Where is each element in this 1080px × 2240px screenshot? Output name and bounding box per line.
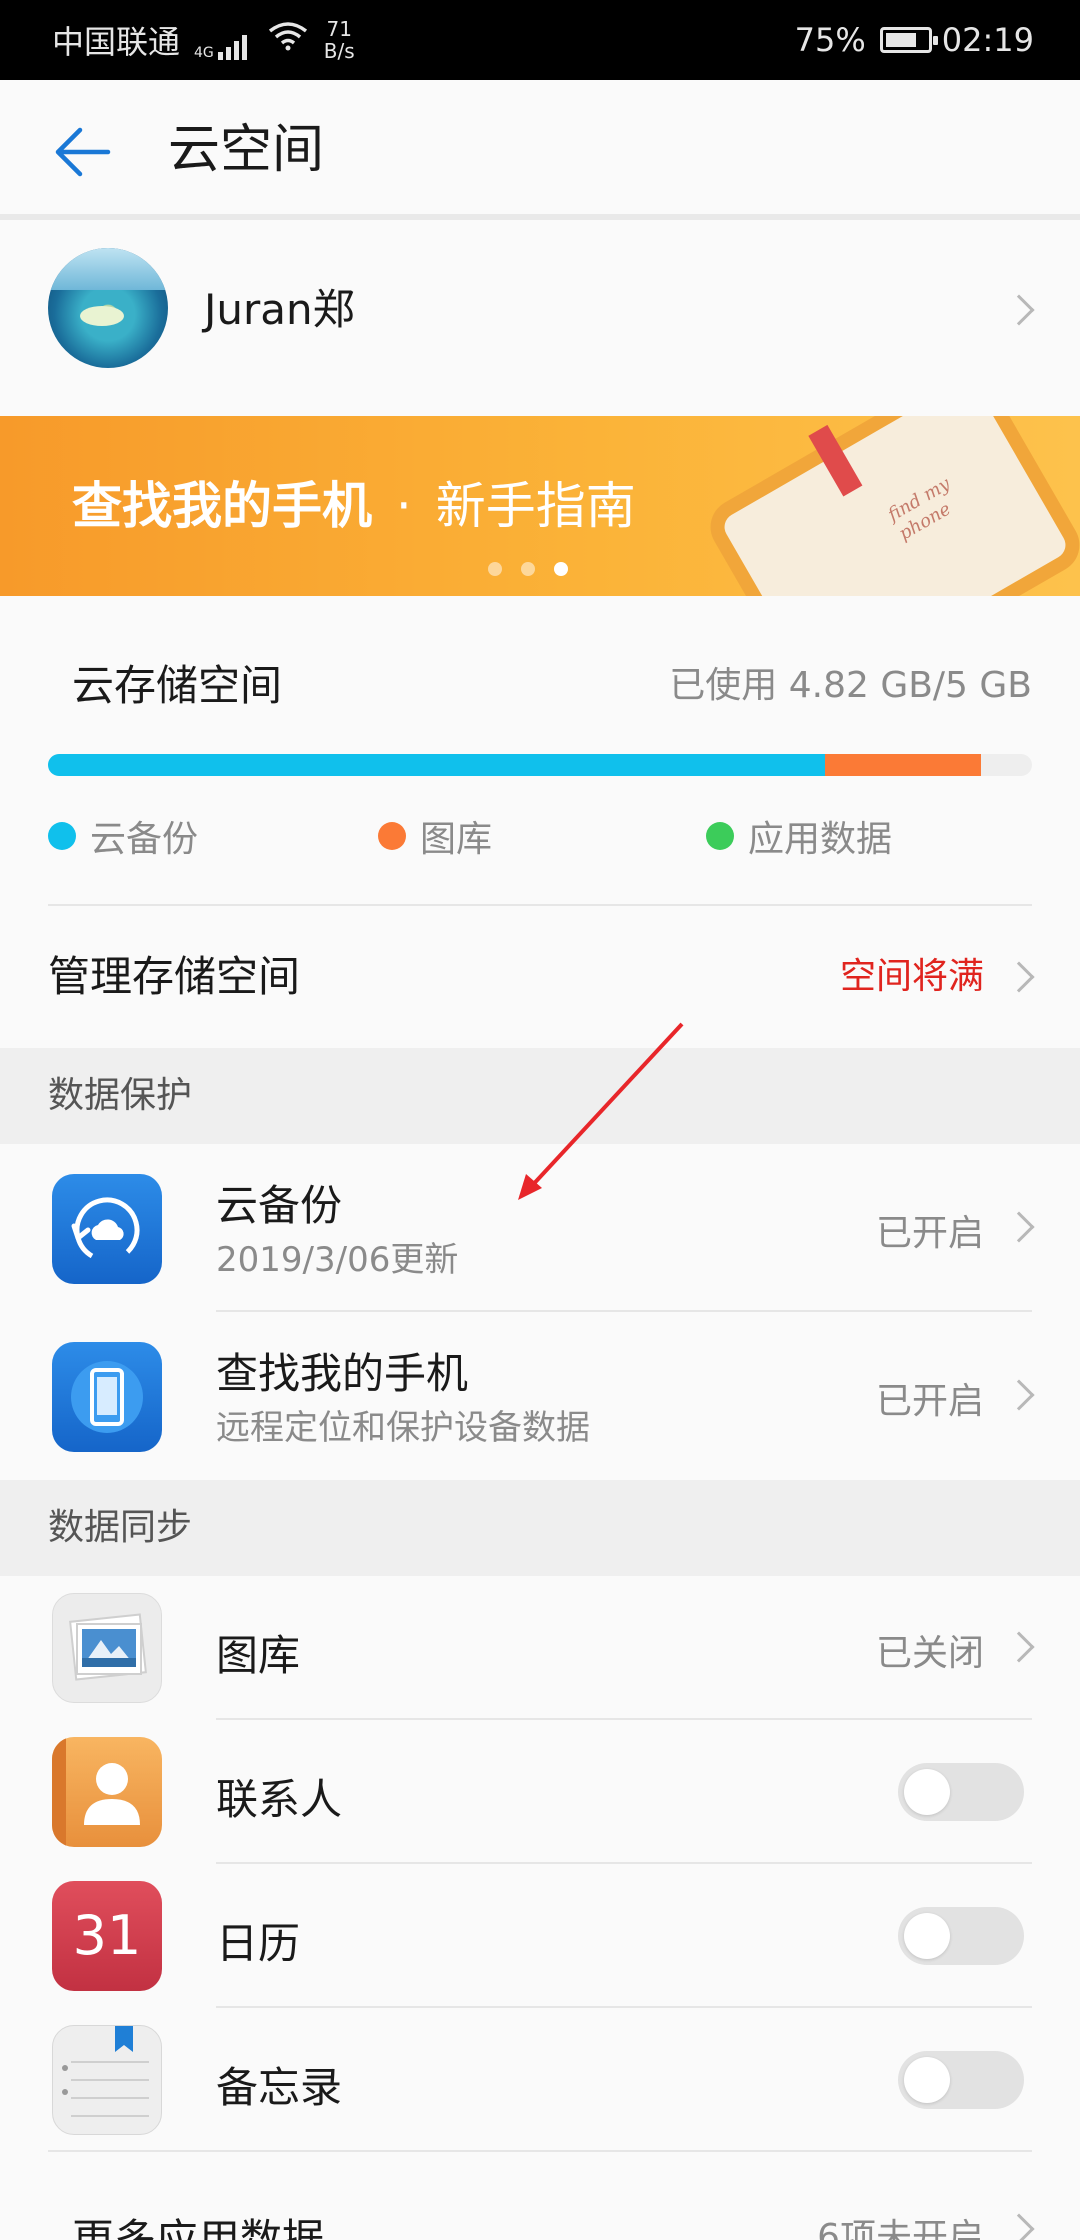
banner-title-light: 新手指南 xyxy=(435,477,636,535)
status-bar-right: 75% 02:19 xyxy=(795,0,1034,80)
storage-card: 云存储空间 已使用 4.82 GB/5 GB 云备份 图库 应用数据 管理存储空… xyxy=(0,596,1080,1048)
calendar-icon: 31 xyxy=(52,1881,162,1991)
find-phone-icon xyxy=(52,1342,162,1452)
clock: 02:19 xyxy=(941,21,1034,59)
banner-title-bold: 查找我的手机 xyxy=(72,477,372,535)
contacts-sync-toggle[interactable] xyxy=(898,1763,1024,1821)
page-title: 云空间 xyxy=(168,120,325,180)
chevron-right-icon xyxy=(1003,1211,1035,1243)
storage-title: 云存储空间 xyxy=(72,661,283,710)
memo-sync-toggle[interactable] xyxy=(898,2051,1024,2109)
list-item-gallery[interactable]: 图库 已关闭 xyxy=(0,1576,1080,1720)
app-bar: 云空间 xyxy=(0,80,1080,220)
row-status: 6项未开启 xyxy=(817,2217,984,2240)
row-subtitle: 远程定位和保护设备数据 xyxy=(216,1408,590,1448)
bookmark-ribbon xyxy=(808,424,863,497)
row-status: 已开启 xyxy=(875,1381,984,1422)
list-item-calendar[interactable]: 31 日历 xyxy=(0,1864,1080,2008)
memo-icon xyxy=(52,2025,162,2135)
list-item-contacts[interactable]: 联系人 xyxy=(0,1720,1080,1864)
book-caption: find my phone xyxy=(884,473,955,545)
legend-item-backup: 云备份 xyxy=(48,810,198,862)
row-status: 已开启 xyxy=(875,1213,984,1254)
legend-dot xyxy=(378,822,406,850)
banner-separator: · xyxy=(395,477,412,535)
chevron-right-icon xyxy=(1003,2213,1035,2240)
storage-segment xyxy=(48,754,826,776)
row-title: 更多应用数据 xyxy=(72,2215,325,2240)
book-illustration: find my phone xyxy=(719,416,1071,596)
storage-warning-label: 空间将满 xyxy=(839,956,984,997)
cloud-backup-icon xyxy=(52,1174,162,1284)
account-name: Juran郑 xyxy=(204,285,355,334)
row-status: 已关闭 xyxy=(875,1633,984,1674)
storage-used: 已使用 4.82 GB/5 GB xyxy=(669,665,1032,706)
battery-icon xyxy=(879,27,938,53)
row-title: 查找我的手机 xyxy=(216,1349,469,1398)
row-subtitle: 2019/3/06更新 xyxy=(216,1240,459,1280)
storage-segment xyxy=(825,754,981,776)
legend-item-gallery: 图库 xyxy=(378,810,492,862)
avatar xyxy=(48,248,168,368)
carousel-indicator xyxy=(488,562,587,576)
network-speed: 71 B/s xyxy=(323,17,355,63)
row-title: 备忘录 xyxy=(216,2063,343,2112)
row-title: 日历 xyxy=(216,1919,301,1968)
carousel-dot[interactable] xyxy=(488,562,502,576)
list-item-find-phone[interactable]: 查找我的手机 远程定位和保护设备数据 已开启 xyxy=(0,1312,1080,1480)
carrier-label: 中国联通 xyxy=(52,23,181,61)
calendar-sync-toggle[interactable] xyxy=(898,1907,1024,1965)
section-header-sync: 数据同步 xyxy=(0,1480,1080,1576)
chevron-right-icon xyxy=(1003,1379,1035,1411)
chevron-right-icon xyxy=(1003,1631,1035,1663)
storage-usage-bar xyxy=(48,754,1032,776)
legend-dot xyxy=(48,822,76,850)
chevron-right-icon xyxy=(1003,294,1035,326)
carousel-dot[interactable] xyxy=(554,562,568,576)
legend-item-app-data: 应用数据 xyxy=(706,810,892,862)
manage-storage-row[interactable]: 管理存储空间 空间将满 xyxy=(0,906,1080,1048)
battery-percent: 75% xyxy=(794,21,866,59)
promo-banner[interactable]: 查找我的手机 · 新手指南 find my phone xyxy=(0,416,1080,596)
row-title: 图库 xyxy=(216,1631,301,1680)
cellular-signal-icon: 4G xyxy=(194,20,250,60)
back-arrow-icon[interactable] xyxy=(50,120,114,184)
legend-dot xyxy=(706,822,734,850)
chevron-right-icon xyxy=(1003,961,1035,993)
list-item-cloud-backup[interactable]: 云备份 2019/3/06更新 已开启 xyxy=(0,1144,1080,1312)
contacts-icon xyxy=(52,1737,162,1847)
account-row[interactable]: Juran郑 xyxy=(0,226,1080,394)
section-header-protection: 数据保护 xyxy=(0,1048,1080,1144)
status-bar-left: 中国联通 4G 71 B/s xyxy=(52,0,355,80)
storage-legend: 云备份 图库 应用数据 xyxy=(48,810,1032,860)
row-title: 云备份 xyxy=(216,1181,343,1230)
status-bar: 中国联通 4G 71 B/s 75% 02:19 xyxy=(0,0,1080,80)
carousel-dot[interactable] xyxy=(521,562,535,576)
list-item-more-app-data[interactable]: 更多应用数据 6项未开启 xyxy=(0,2152,1080,2240)
list-item-memo[interactable]: 备忘录 xyxy=(0,2008,1080,2152)
network-type-label: 4G xyxy=(194,45,214,61)
wifi-icon xyxy=(268,21,308,59)
manage-storage-label: 管理存储空间 xyxy=(48,952,301,1001)
gallery-icon xyxy=(52,1593,162,1703)
row-title: 联系人 xyxy=(216,1775,343,1824)
